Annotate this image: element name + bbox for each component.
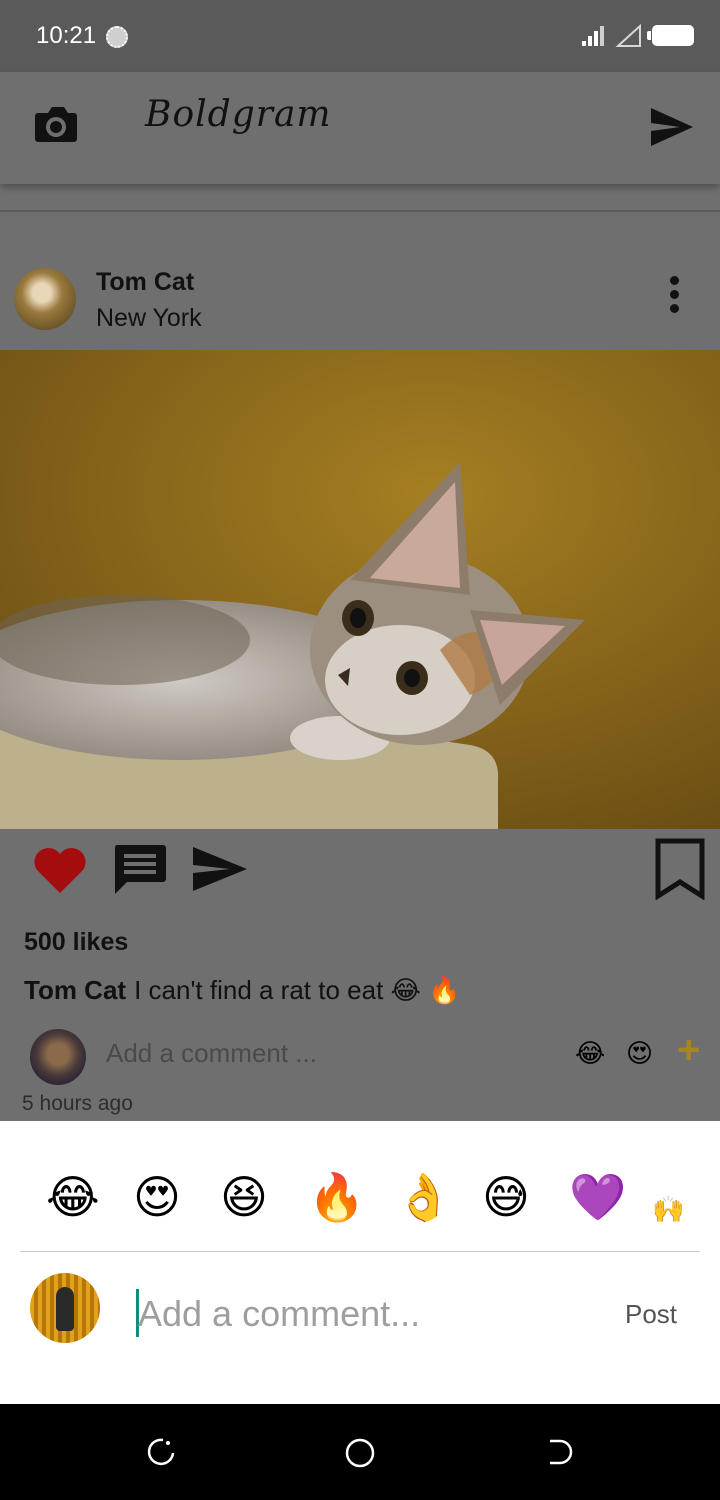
home-icon[interactable] xyxy=(344,1437,376,1469)
divider xyxy=(0,210,720,212)
post-caption: Tom Cat I can't find a rat to eat 😂 🔥 xyxy=(24,975,461,1006)
app-bar: Boldgram xyxy=(0,72,720,184)
camera-icon[interactable] xyxy=(34,105,78,143)
comment-icon[interactable] xyxy=(113,843,167,895)
emoji-laugh[interactable]: 😂 xyxy=(46,1169,100,1225)
post-header: Tom Cat New York xyxy=(0,262,720,342)
more-options-icon[interactable] xyxy=(670,276,682,318)
system-nav-bar xyxy=(0,1404,720,1500)
add-emoji-button[interactable]: + xyxy=(677,1028,700,1072)
emoji-sweat-smile[interactable]: 😅 xyxy=(482,1169,530,1225)
app-title: Boldgram xyxy=(145,94,332,135)
post-author-avatar[interactable] xyxy=(14,268,76,330)
comment-input[interactable]: Add a comment... xyxy=(138,1293,420,1335)
quick-emoji-heart-eyes[interactable]: 😍 xyxy=(626,1038,653,1069)
signal-icon xyxy=(582,24,641,47)
quick-emoji-laugh[interactable]: 😂 xyxy=(575,1038,605,1069)
post-author-name[interactable]: Tom Cat xyxy=(96,268,194,297)
back-icon[interactable] xyxy=(546,1437,576,1467)
comment-placeholder[interactable]: Add a comment ... xyxy=(106,1038,317,1069)
emoji-picker-row: 😂 😍 😆 🔥 👌 😅 💜 🙌 xyxy=(0,1159,720,1239)
emoji-purple-heart[interactable]: 💜 xyxy=(569,1169,626,1225)
caption-username[interactable]: Tom Cat xyxy=(24,975,126,1005)
post-actions xyxy=(0,838,720,908)
battery-icon xyxy=(647,25,694,46)
status-bar: 10:21 xyxy=(0,0,720,72)
current-user-avatar xyxy=(30,1029,86,1085)
sheet-divider xyxy=(20,1251,700,1252)
recent-apps-icon[interactable] xyxy=(146,1437,176,1467)
kitten-photo xyxy=(0,350,720,829)
comment-sheet: 😂 😍 😆 🔥 👌 😅 💜 🙌 Add a comment... Post xyxy=(0,1121,720,1404)
screen: 10:21 Boldgram Tom Cat New York 500 like… xyxy=(0,0,720,1500)
likes-count[interactable]: 500 likes xyxy=(24,928,128,957)
post-button[interactable]: Post xyxy=(625,1299,677,1330)
post-location[interactable]: New York xyxy=(96,304,202,333)
emoji-heart-eyes[interactable]: 😍 xyxy=(133,1169,181,1225)
bookmark-icon[interactable] xyxy=(654,838,706,900)
like-heart-icon[interactable] xyxy=(32,846,88,894)
loading-icon xyxy=(106,26,128,48)
send-icon[interactable] xyxy=(650,107,694,147)
emoji-ok-hand[interactable]: 👌 xyxy=(395,1169,452,1225)
emoji-fire[interactable]: 🔥 xyxy=(308,1169,365,1225)
user-avatar xyxy=(30,1273,100,1343)
emoji-raised-hands[interactable]: 🙌 xyxy=(652,1181,684,1237)
post-time: 5 hours ago xyxy=(22,1092,133,1115)
share-send-icon[interactable] xyxy=(192,846,248,892)
comment-row: Add a comment ... 😂 😍 + xyxy=(0,1026,720,1088)
emoji-squint-laugh[interactable]: 😆 xyxy=(220,1169,268,1225)
post-image[interactable] xyxy=(0,350,720,829)
caption-text: I can't find a rat to eat 😂 🔥 xyxy=(134,975,461,1005)
status-time: 10:21 xyxy=(36,22,97,49)
